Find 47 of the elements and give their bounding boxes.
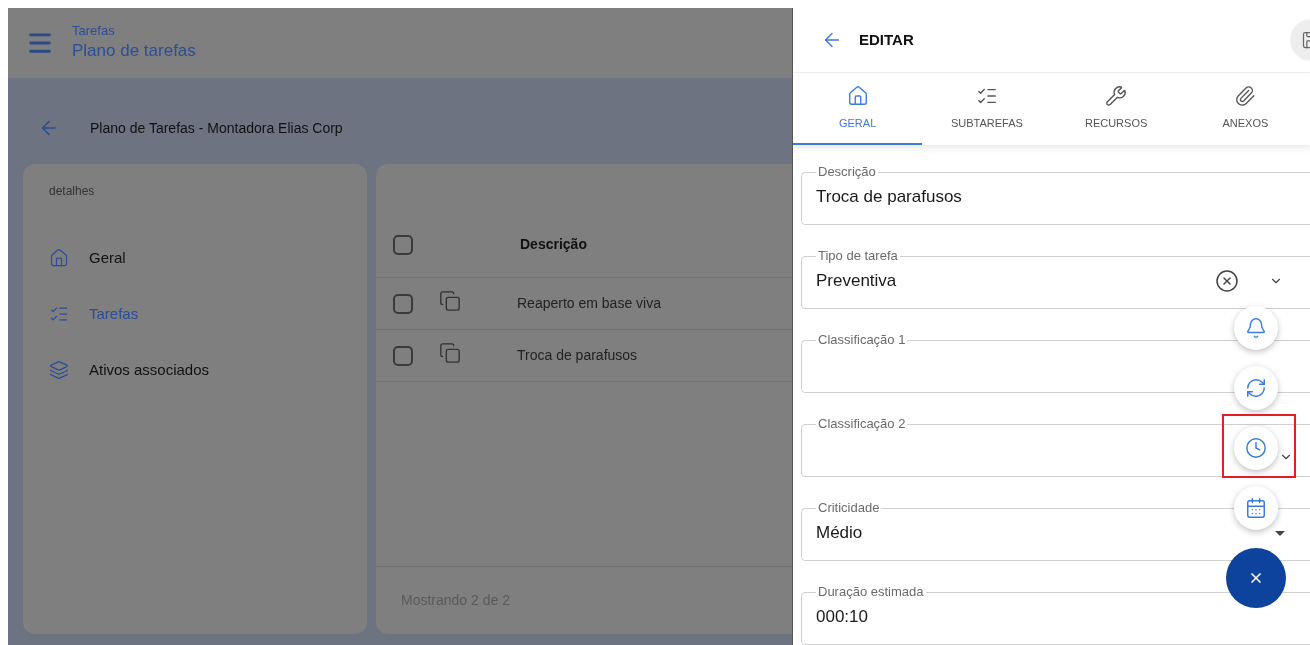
field-label: Descrição (817, 165, 877, 179)
field-label: Classificação 2 (817, 417, 907, 431)
dropdown-caret-icon[interactable] (1275, 530, 1285, 536)
table-cell-text: Reaperto em base viva (517, 294, 661, 313)
clear-icon[interactable] (1215, 269, 1239, 293)
form-field[interactable]: Tipo de tarefa Preventiva (801, 249, 1310, 309)
column-header[interactable]: Descrição (520, 234, 587, 255)
home-icon (846, 84, 869, 107)
table-cell-text: Troca de parafusos (517, 346, 638, 365)
field-label: Classificação 1 (817, 333, 907, 347)
close-fab-button[interactable] (1226, 548, 1286, 608)
home-icon (49, 248, 69, 268)
copy-icon[interactable] (439, 289, 461, 312)
field-value: Preventiva (816, 270, 898, 293)
field-value: Médio (816, 522, 864, 545)
field-value: Troca de parafusos (816, 186, 963, 209)
field-label: Criticidade (817, 501, 881, 515)
close-icon (1248, 570, 1264, 586)
paperclip-icon (1234, 84, 1257, 107)
clock-icon (1245, 437, 1267, 459)
bell-icon (1245, 317, 1267, 339)
checkbox[interactable] (393, 293, 413, 314)
tab[interactable]: GERAL (793, 73, 923, 145)
copy-icon[interactable] (439, 341, 461, 364)
sidebar-item[interactable]: Ativos associados (49, 342, 341, 398)
calendar-button[interactable] (1234, 486, 1278, 530)
tab[interactable]: ANEXOS (1180, 73, 1310, 145)
refresh-button[interactable] (1234, 366, 1278, 410)
refresh-icon (1245, 377, 1267, 399)
checkbox[interactable] (393, 345, 413, 366)
app-title: Plano de tarefas (72, 39, 196, 62)
clock-button[interactable] (1234, 426, 1278, 470)
sidebar-heading: detalhes (49, 183, 96, 200)
field-label: Duração estimada (817, 585, 925, 599)
field-label: Tipo de tarefa (817, 249, 899, 263)
tab[interactable]: SUBTAREFAS (922, 73, 1052, 145)
sidebar-item[interactable]: Geral (49, 230, 341, 286)
drawer-title: EDITAR (859, 29, 914, 50)
page-title: Plano de Tarefas - Montadora Elias Corp (90, 118, 343, 138)
tab[interactable]: RECURSOS (1051, 73, 1181, 145)
calendar-icon (1245, 497, 1267, 519)
checkbox[interactable] (393, 235, 413, 255)
layers-icon (49, 360, 69, 380)
wrench-icon (1105, 84, 1128, 107)
form-field[interactable]: Descrição Troca de parafusos (801, 165, 1310, 225)
field-value: 000:10 (816, 606, 869, 629)
notification-button[interactable] (1234, 306, 1278, 350)
